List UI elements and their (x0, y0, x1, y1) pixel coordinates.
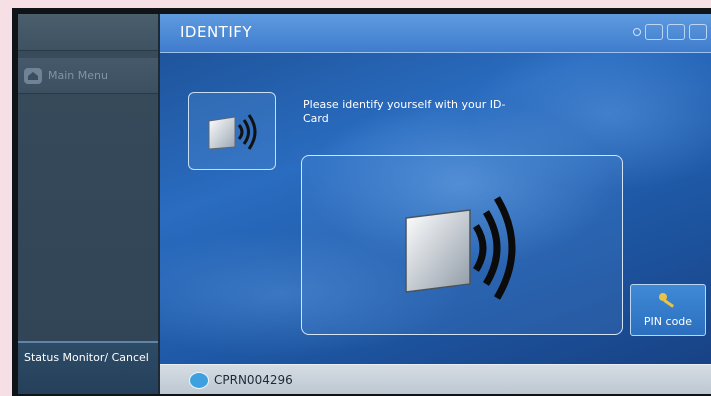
sidebar-top-panel (18, 14, 158, 51)
window-icon (645, 24, 663, 40)
card-reader-panel (301, 155, 623, 335)
status-monitor-cancel-button[interactable]: Status Monitor/ Cancel (18, 341, 158, 394)
card-reader-thumbnail (188, 92, 276, 170)
header-bar: IDENTIFY (160, 14, 711, 53)
id-card-contactless-icon (208, 114, 257, 150)
id-card-contactless-icon (405, 196, 516, 300)
main-menu-button[interactable]: Main Menu (18, 58, 158, 94)
window-icon (667, 24, 685, 40)
touch-screen: Main Menu Status Monitor/ Cancel IDENTIF… (18, 14, 711, 394)
home-icon (24, 67, 42, 84)
main-menu-label: Main Menu (48, 69, 108, 82)
help-icon (689, 24, 707, 40)
status-bar: CPRN004296 (160, 364, 711, 394)
printer-status-icon[interactable] (189, 372, 209, 389)
indicator-icon (633, 28, 641, 36)
main-panel: IDENTIFY Please identify yourself with y… (160, 14, 711, 394)
page-title: IDENTIFY (180, 23, 253, 41)
header-icons (633, 24, 707, 40)
pin-code-button[interactable]: PIN code (630, 284, 706, 336)
sidebar: Main Menu Status Monitor/ Cancel (18, 14, 160, 394)
pin-code-label: PIN code (643, 315, 693, 328)
device-id: CPRN004296 (214, 373, 293, 387)
key-icon (657, 291, 679, 312)
status-monitor-label: Status Monitor/ Cancel (24, 351, 149, 364)
identify-instruction: Please identify yourself with your ID-Ca… (303, 98, 506, 125)
